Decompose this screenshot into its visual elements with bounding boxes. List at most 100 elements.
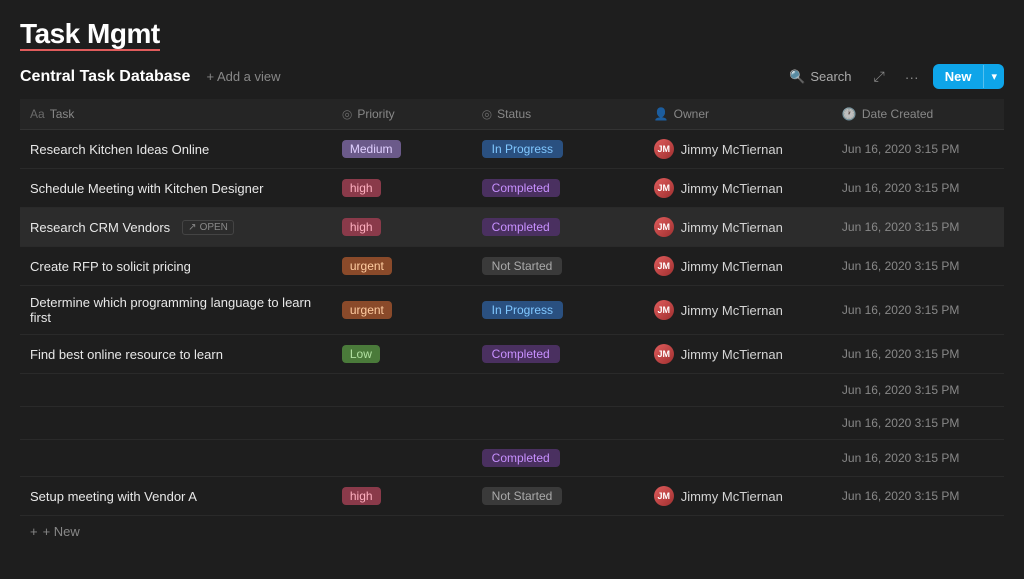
table-row[interactable]: Research Kitchen Ideas Online Medium In Pr… <box>20 130 1004 169</box>
task-cell-6: Find best online resource to learn <box>20 335 332 374</box>
task-cell-3: Research CRM Vendors ↗ OPEN <box>20 208 332 247</box>
task-name: Setup meeting with Vendor A <box>30 489 197 504</box>
task-name: Create RFP to solicit pricing <box>30 259 191 274</box>
owner-name: Jimmy McTiernan <box>681 142 783 157</box>
owner-name: Jimmy McTiernan <box>681 259 783 274</box>
owner-cell-3: JM Jimmy McTiernan <box>644 208 832 247</box>
table-row[interactable]: Determine which programming language to … <box>20 286 1004 335</box>
add-view-button[interactable]: + Add a view <box>200 66 286 87</box>
status-badge: Completed <box>482 449 560 467</box>
status-cell-10: Not Started <box>472 477 644 516</box>
date-cell-6: Jun 16, 2020 3:15 PM <box>832 335 1004 374</box>
avatar: JM <box>654 256 674 276</box>
task-table: AaTask ◎Priority ◎Status 👤Owner 🕐Date Cr… <box>20 99 1004 516</box>
status-badge: Completed <box>482 179 560 197</box>
new-btn-group: New ▾ <box>933 64 1004 89</box>
open-icon: ↗ <box>188 222 196 233</box>
search-icon: 🔍 <box>789 69 805 85</box>
owner-cell-2: JMJimmy McTiernan <box>644 169 832 208</box>
priority-cell-8 <box>332 407 472 440</box>
task-cell-2: Schedule Meeting with Kitchen Designer <box>20 169 332 208</box>
priority-cell-4: urgent <box>332 247 472 286</box>
toolbar-right: 🔍 Search ⤢ ··· New ▾ <box>781 64 1004 89</box>
priority-badge: high <box>342 487 381 505</box>
date-cell-7: Jun 16, 2020 3:15 PM <box>832 374 1004 407</box>
priority-cell-1: Medium <box>332 130 472 169</box>
date-cell-9: Jun 16, 2020 3:15 PM <box>832 440 1004 477</box>
avatar: JM <box>654 344 674 364</box>
db-title: Central Task Database <box>20 68 190 86</box>
owner-cell-10: JM Jimmy McTiernan <box>644 477 832 516</box>
status-cell-8 <box>472 407 644 440</box>
col-header-priority[interactable]: ◎Priority <box>332 99 472 130</box>
priority-cell-2: high <box>332 169 472 208</box>
col-header-date-created[interactable]: 🕐Date Created <box>832 99 1004 130</box>
more-button[interactable]: ··· <box>899 65 925 89</box>
app-container: Task Mgmt Central Task Database + Add a … <box>0 0 1024 579</box>
task-cell-5: Determine which programming language to … <box>20 286 332 335</box>
owner-icon: 👤 <box>654 107 669 121</box>
priority-badge: Low <box>342 345 380 363</box>
owner-cell-5: JMJimmy McTiernan <box>644 286 832 335</box>
task-name: Find best online resource to learn <box>30 347 223 362</box>
table-row[interactable]: Jun 16, 2020 3:15 PM <box>20 407 1004 440</box>
priority-badge: Medium <box>342 140 401 158</box>
owner-name: Jimmy McTiernan <box>681 347 783 362</box>
owner-name: Jimmy McTiernan <box>681 220 783 235</box>
owner-cell-9 <box>644 440 832 477</box>
open-badge[interactable]: ↗ OPEN <box>182 220 234 235</box>
col-header-owner[interactable]: 👤Owner <box>644 99 832 130</box>
date-cell-10: Jun 16, 2020 3:15 PM <box>832 477 1004 516</box>
priority-badge: high <box>342 179 381 197</box>
date-cell-8: Jun 16, 2020 3:15 PM <box>832 407 1004 440</box>
task-cell-4: Create RFP to solicit pricing <box>20 247 332 286</box>
expand-button[interactable]: ⤢ <box>868 64 891 89</box>
col-header-task[interactable]: AaTask <box>20 99 332 130</box>
new-button[interactable]: New <box>933 64 984 89</box>
col-header-status[interactable]: ◎Status <box>472 99 644 130</box>
table-row[interactable]: Find best online resource to learn Low Com… <box>20 335 1004 374</box>
owner-name: Jimmy McTiernan <box>681 303 783 318</box>
table-row[interactable]: Research CRM Vendors ↗ OPEN high Completed J… <box>20 208 1004 247</box>
owner-name: Jimmy McTiernan <box>681 181 783 196</box>
plus-icon: + <box>30 524 38 539</box>
owner-cell-8 <box>644 407 832 440</box>
avatar: JM <box>654 486 674 506</box>
status-cell-7 <box>472 374 644 407</box>
toolbar: Central Task Database + Add a view 🔍 Sea… <box>20 64 1004 89</box>
date-cell-1: Jun 16, 2020 3:15 PM <box>832 130 1004 169</box>
app-title: Task Mgmt <box>20 18 1004 50</box>
status-badge: Not Started <box>482 487 563 505</box>
status-cell-4: Not Started <box>472 247 644 286</box>
date-cell-4: Jun 16, 2020 3:15 PM <box>832 247 1004 286</box>
avatar: JM <box>654 217 674 237</box>
expand-icon: ⤢ <box>874 68 885 84</box>
priority-cell-5: urgent <box>332 286 472 335</box>
table-row[interactable]: Schedule Meeting with Kitchen Designer hi… <box>20 169 1004 208</box>
table-row[interactable]: Create RFP to solicit pricing urgent Not S… <box>20 247 1004 286</box>
status-cell-9: Completed <box>472 440 644 477</box>
task-name: Research CRM Vendors <box>30 220 170 235</box>
table-container: AaTask ◎Priority ◎Status 👤Owner 🕐Date Cr… <box>20 99 1004 579</box>
new-dropdown-button[interactable]: ▾ <box>983 65 1004 88</box>
task-name: Research Kitchen Ideas Online <box>30 142 209 157</box>
table-row[interactable]: Jun 16, 2020 3:15 PM <box>20 374 1004 407</box>
priority-cell-7 <box>332 374 472 407</box>
priority-cell-3: high <box>332 208 472 247</box>
avatar: JM <box>654 139 674 159</box>
add-row-button[interactable]: + + New <box>20 516 1004 547</box>
priority-badge: urgent <box>342 257 392 275</box>
status-badge: In Progress <box>482 140 563 158</box>
status-cell-6: Completed <box>472 335 644 374</box>
table-row[interactable]: Completed Jun 16, 2020 3:15 PM <box>20 440 1004 477</box>
date-cell-3: Jun 16, 2020 3:15 PM <box>832 208 1004 247</box>
search-button[interactable]: 🔍 Search <box>781 65 859 89</box>
owner-name: Jimmy McTiernan <box>681 489 783 504</box>
clock-icon: 🕐 <box>842 107 857 121</box>
task-cell-7 <box>20 374 332 407</box>
status-badge: Completed <box>482 345 560 363</box>
task-name: Schedule Meeting with Kitchen Designer <box>30 181 263 196</box>
table-row[interactable]: Setup meeting with Vendor A high Not Start… <box>20 477 1004 516</box>
date-cell-2: Jun 16, 2020 3:15 PM <box>832 169 1004 208</box>
status-badge: Completed <box>482 218 560 236</box>
